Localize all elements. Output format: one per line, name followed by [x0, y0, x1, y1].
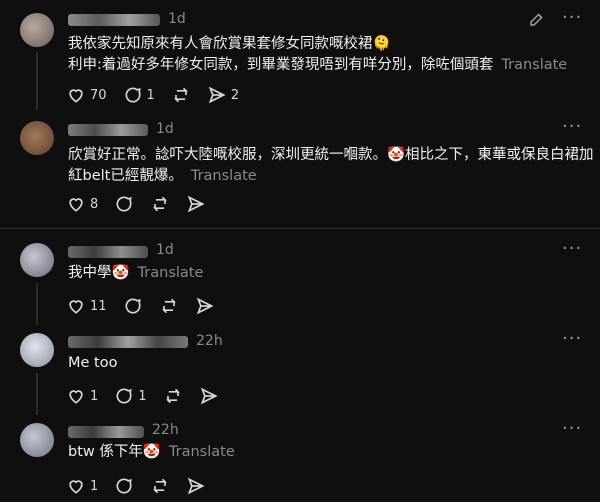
send-icon — [188, 477, 205, 495]
repost-button[interactable] — [150, 476, 170, 496]
comment-line: 利申:着過好多年修女同款，到畢業發現唔到有咩分別，除咗個頭套 — [68, 57, 494, 73]
heart-icon — [69, 198, 83, 212]
reply-count: 1 — [138, 388, 147, 404]
timestamp: 1d — [168, 11, 186, 27]
more-options-icon[interactable]: ··· — [562, 328, 582, 349]
action-bar: 1 — [66, 476, 222, 496]
translate-link[interactable]: Translate — [501, 57, 567, 73]
like-count: 1 — [90, 478, 99, 494]
reply-button[interactable] — [123, 296, 143, 316]
comment-text: Me too — [68, 353, 117, 374]
reply-button[interactable]: 1 — [114, 386, 147, 406]
more-options-icon[interactable]: ··· — [562, 238, 582, 259]
repost-button[interactable] — [163, 386, 183, 406]
repost-icon — [161, 298, 176, 314]
like-count: 70 — [90, 87, 107, 103]
action-bar: 11 — [66, 296, 231, 316]
like-button[interactable]: 11 — [66, 296, 107, 316]
comment-icon — [116, 478, 132, 494]
translate-link[interactable]: Translate — [191, 168, 257, 184]
comment-text: btw 係下年🤡 Translate — [68, 442, 235, 463]
heart-icon — [69, 480, 83, 494]
action-bar: 8 — [66, 194, 222, 214]
edit-icon[interactable] — [528, 10, 546, 28]
repost-button[interactable] — [171, 85, 191, 105]
share-button[interactable] — [199, 386, 219, 406]
like-button[interactable]: 1 — [66, 386, 98, 406]
like-count: 1 — [90, 388, 99, 404]
repost-button[interactable] — [159, 296, 179, 316]
comment-icon — [116, 388, 132, 404]
send-icon — [200, 387, 218, 405]
send-icon — [208, 86, 226, 104]
action-bar: 70 1 2 — [66, 85, 255, 105]
thread-line — [36, 283, 38, 325]
timestamp: 1d — [156, 121, 174, 137]
translate-link[interactable]: Translate — [169, 444, 235, 460]
comment-text: 我依家先知原來有人會欣賞果套修女同款嘅校裙🫠 利申:着過好多年修女同款，到畢業發… — [68, 34, 567, 76]
action-bar: 1 1 — [66, 386, 235, 406]
share-button[interactable] — [186, 476, 206, 496]
more-options-icon[interactable]: ··· — [562, 418, 582, 439]
avatar[interactable] — [20, 121, 54, 155]
like-count: 11 — [90, 298, 107, 314]
share-button[interactable]: 2 — [207, 85, 239, 105]
comment-line: 欣賞好正常。諗吓大陸嘅校服，深圳更統一嗰款。🤡相比之下，東華或保良白裙加 — [68, 147, 594, 163]
repost-icon — [173, 87, 188, 103]
section-divider — [0, 228, 600, 229]
timestamp: 22h — [196, 333, 223, 349]
comment-icon — [116, 196, 132, 212]
send-icon — [196, 297, 214, 315]
comment-icon — [125, 298, 141, 314]
comment-line: Me too — [68, 355, 118, 371]
heart-icon — [69, 390, 83, 404]
repost-button[interactable] — [150, 194, 170, 214]
comment-icon — [125, 87, 141, 103]
thread-line — [36, 52, 38, 110]
comment-line: 我依家先知原來有人會欣賞果套修女同款嘅校裙🫠 — [68, 36, 391, 52]
comment-line: 我中學🤡 — [68, 265, 130, 281]
reply-button[interactable] — [114, 476, 134, 496]
avatar[interactable] — [20, 13, 54, 47]
repost-icon — [153, 196, 168, 212]
comment-line: 紅belt已經靚爆。 — [68, 168, 183, 184]
username-blurred[interactable] — [68, 336, 188, 348]
more-options-icon[interactable]: ··· — [562, 116, 582, 137]
avatar[interactable] — [20, 333, 54, 367]
share-count: 2 — [230, 87, 240, 103]
send-icon — [188, 195, 205, 213]
timestamp: 1d — [156, 242, 174, 258]
comment-text: 我中學🤡 Translate — [68, 263, 203, 284]
reply-button[interactable]: 1 — [123, 85, 155, 105]
heart-icon — [69, 300, 83, 314]
avatar[interactable] — [20, 423, 54, 457]
like-count: 8 — [90, 196, 99, 212]
reply-button[interactable] — [114, 194, 134, 214]
thread-line — [36, 373, 38, 415]
avatar[interactable] — [20, 243, 54, 277]
translate-link[interactable]: Translate — [138, 265, 204, 281]
reply-count: 1 — [146, 87, 155, 103]
username-blurred[interactable] — [68, 426, 144, 438]
comment-line: btw 係下年🤡 — [68, 444, 161, 460]
timestamp: 22h — [152, 422, 179, 438]
username-blurred[interactable] — [68, 246, 148, 258]
like-button[interactable]: 70 — [66, 85, 107, 105]
repost-icon — [153, 478, 168, 494]
share-button[interactable] — [195, 296, 215, 316]
more-options-icon[interactable]: ··· — [562, 7, 582, 28]
heart-icon — [69, 89, 83, 103]
like-button[interactable]: 8 — [66, 194, 98, 214]
username-blurred[interactable] — [68, 124, 148, 136]
username-blurred[interactable] — [68, 14, 160, 26]
share-button[interactable] — [186, 194, 206, 214]
comment-text: 欣賞好正常。諗吓大陸嘅校服，深圳更統一嗰款。🤡相比之下，東華或保良白裙加 紅be… — [68, 145, 594, 187]
repost-icon — [165, 388, 180, 404]
like-button[interactable]: 1 — [66, 476, 98, 496]
